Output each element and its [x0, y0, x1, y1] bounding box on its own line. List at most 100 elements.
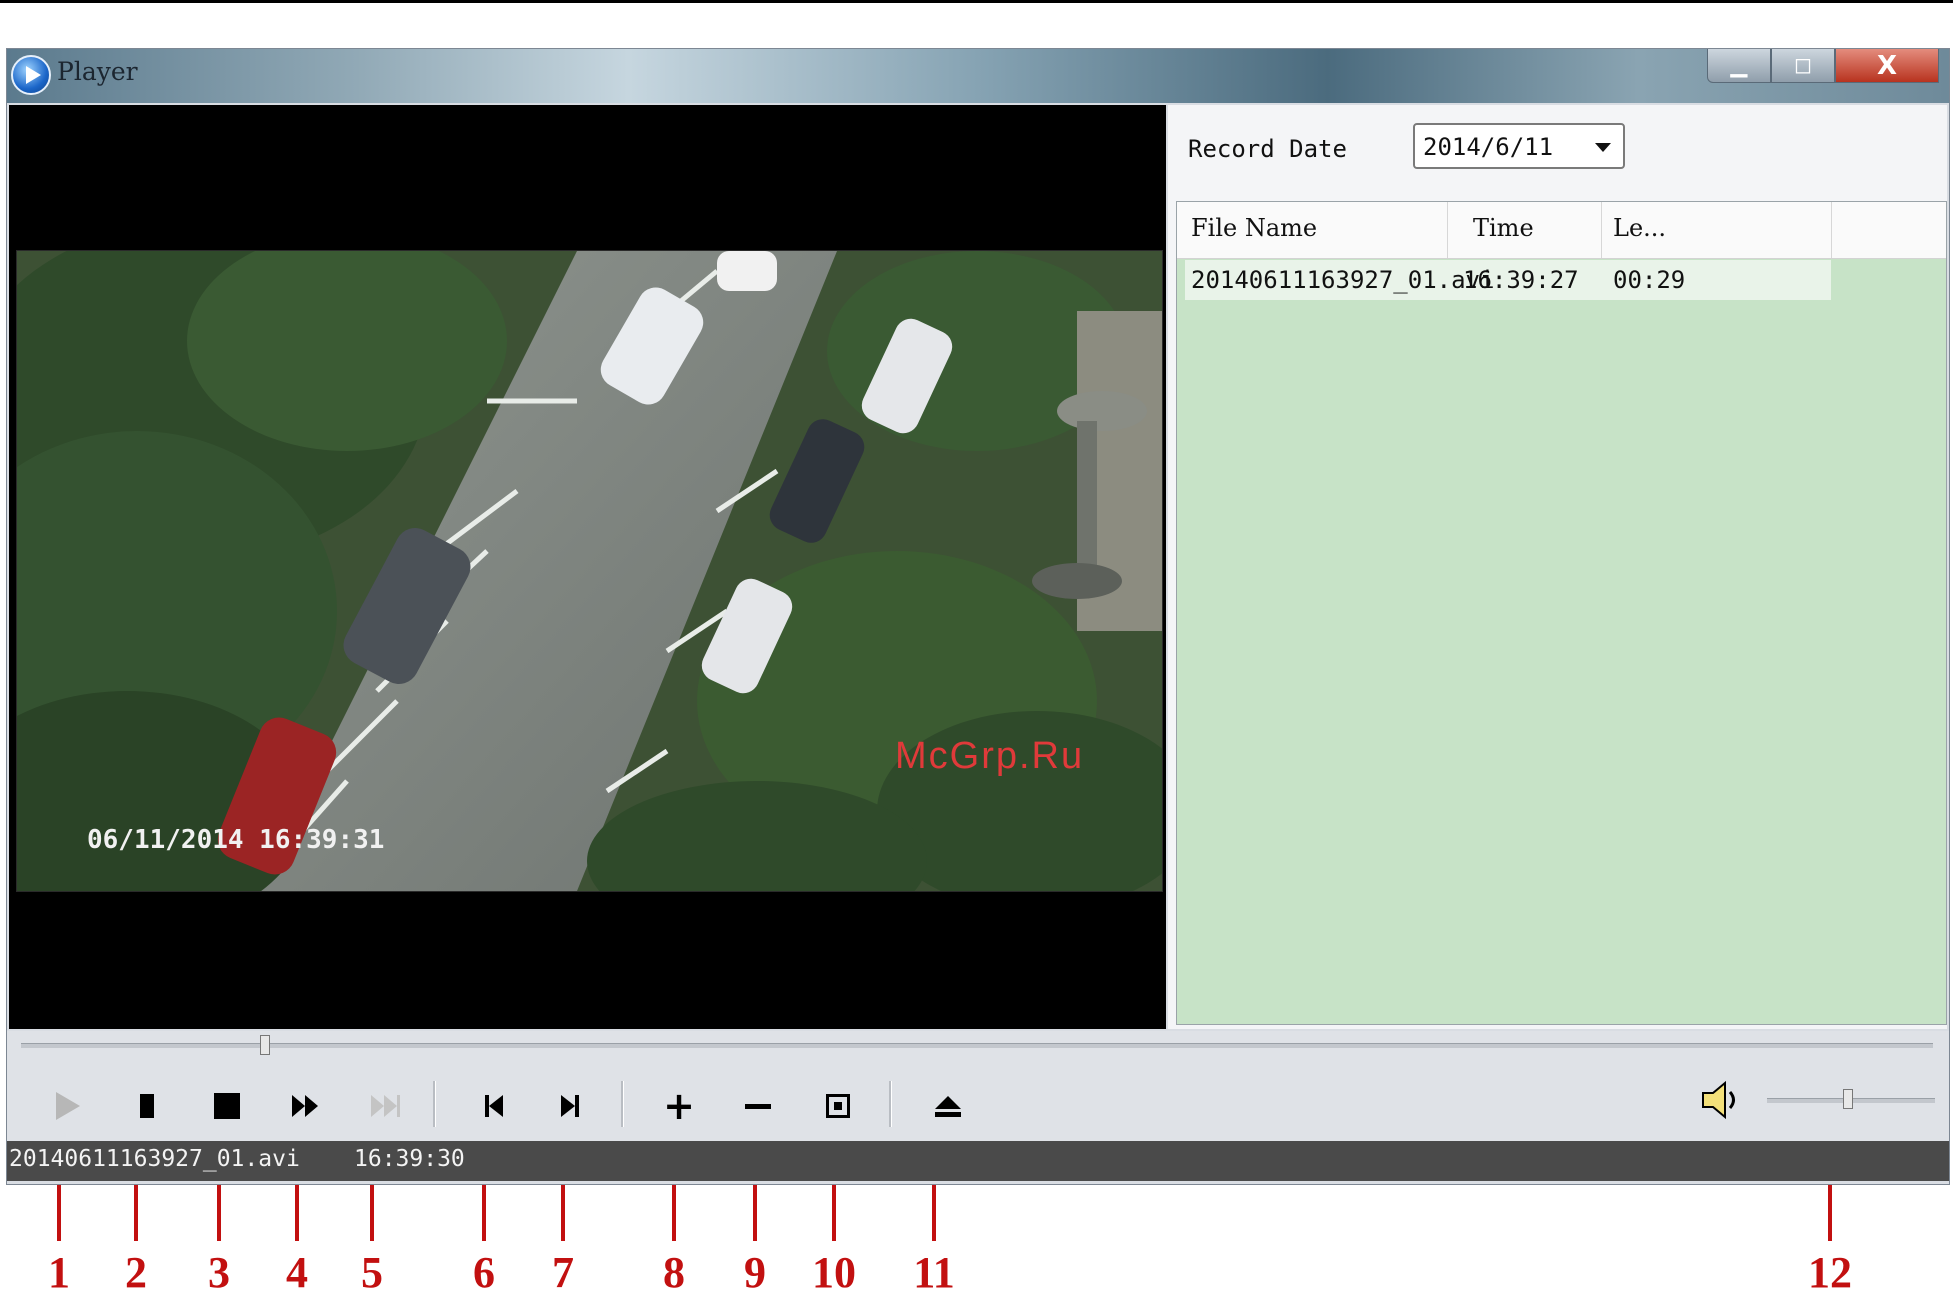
callout-line — [482, 1185, 486, 1241]
watermark: McGrp.Ru — [895, 735, 1085, 777]
fit-screen-icon — [826, 1094, 850, 1118]
play-icon — [56, 1092, 80, 1120]
fit-screen-button[interactable] — [813, 1081, 863, 1131]
eject-button[interactable] — [923, 1081, 973, 1131]
callout: 9 — [725, 1185, 785, 1305]
column-divider[interactable] — [1601, 202, 1602, 258]
callout: 5 — [342, 1185, 402, 1305]
window-title: Player — [57, 57, 138, 86]
next-frame-button[interactable] — [545, 1081, 595, 1131]
top-rule — [0, 0, 1953, 3]
osd-timestamp: 06/11/2014 16:39:31 — [87, 825, 385, 855]
callout-number: 10 — [812, 1248, 856, 1297]
column-divider[interactable] — [1447, 202, 1448, 258]
status-playback-time: 16:39:30 — [354, 1146, 465, 1172]
play-button[interactable] — [43, 1081, 93, 1131]
close-button[interactable]: X — [1835, 49, 1939, 83]
zoom-in-button[interactable]: + — [654, 1081, 704, 1131]
minimize-button[interactable]: ▁ — [1707, 49, 1771, 83]
record-date-select[interactable]: 2014/6/11 — [1413, 123, 1625, 169]
callout-line — [295, 1185, 299, 1241]
callout: 11 — [904, 1185, 964, 1305]
callout: 3 — [189, 1185, 249, 1305]
row-file-name: 20140611163927_01.avi — [1191, 266, 1495, 294]
previous-frame-button[interactable] — [469, 1081, 519, 1131]
callout-number: 6 — [473, 1248, 495, 1297]
video-frame: 06/11/2014 16:39:31 McGrp.Ru — [16, 250, 1163, 892]
fast-forward-button[interactable] — [280, 1081, 330, 1131]
seek-bar[interactable] — [21, 1043, 1933, 1048]
volume-thumb[interactable] — [1842, 1089, 1853, 1109]
close-icon: X — [1876, 50, 1898, 81]
minus-icon — [745, 1103, 771, 1109]
callout-line — [672, 1185, 676, 1241]
callout-line — [932, 1185, 936, 1241]
playback-controls: + — [7, 1031, 1949, 1141]
column-header-length[interactable]: Le... — [1613, 214, 1666, 242]
record-panel: Record Date 2014/6/11 File Name Time Le.… — [1168, 105, 1947, 1029]
callout: 6 — [454, 1185, 514, 1305]
video-area[interactable]: 06/11/2014 16:39:31 McGrp.Ru — [9, 105, 1166, 1029]
column-divider[interactable] — [1831, 202, 1832, 258]
zoom-out-button[interactable] — [733, 1081, 783, 1131]
fastest-forward-button[interactable] — [360, 1081, 410, 1131]
callout-number: 11 — [913, 1248, 955, 1297]
callout: 12 — [1800, 1185, 1860, 1305]
pause-button[interactable] — [122, 1081, 172, 1131]
eject-icon — [935, 1095, 961, 1117]
previous-frame-icon — [485, 1095, 503, 1117]
status-bar: 20140611163927_01.avi 16:39:30 — [7, 1141, 1949, 1181]
record-file-list[interactable]: File Name Time Le... 20140611163927_01.a… — [1176, 201, 1947, 1025]
row-time: 16:39:27 — [1463, 266, 1579, 294]
minimize-icon: ▁ — [1730, 53, 1748, 78]
column-header-time[interactable]: Time — [1473, 214, 1534, 242]
seek-thumb[interactable] — [260, 1035, 270, 1055]
callout-line — [832, 1185, 836, 1241]
plus-icon: + — [663, 1084, 695, 1128]
callout-number: 3 — [208, 1248, 230, 1297]
callout: 1 — [29, 1185, 89, 1305]
callout-number: 2 — [125, 1248, 147, 1297]
callout-number: 9 — [744, 1248, 766, 1297]
callout-line — [57, 1185, 61, 1241]
stop-button[interactable] — [202, 1081, 252, 1131]
record-date-label: Record Date — [1188, 135, 1347, 163]
maximize-icon: ◻ — [1793, 53, 1813, 78]
pause-icon — [140, 1094, 154, 1118]
callout-number: 4 — [286, 1248, 308, 1297]
callout-line — [217, 1185, 221, 1241]
record-date-value: 2014/6/11 — [1423, 133, 1554, 161]
row-length: 00:29 — [1613, 266, 1686, 294]
separator — [433, 1081, 436, 1127]
chevron-down-icon — [1595, 143, 1611, 152]
callout-number: 1 — [48, 1248, 70, 1297]
window-buttons: ▁ ◻ X — [1707, 49, 1939, 83]
callout: 4 — [267, 1185, 327, 1305]
player-logo-icon — [11, 55, 51, 95]
callout-line — [370, 1185, 374, 1241]
callout: 7 — [533, 1185, 593, 1305]
parking-lot-image — [17, 251, 1162, 891]
player-window: Player ▁ ◻ X 06/11/2014 16:39:31 McGrp.R… — [6, 48, 1950, 1185]
column-header-file-name[interactable]: File Name — [1191, 214, 1317, 242]
callout-line — [561, 1185, 565, 1241]
callout: 10 — [804, 1185, 864, 1305]
callout-number: 12 — [1808, 1248, 1852, 1297]
callout-line — [134, 1185, 138, 1241]
callout-number: 7 — [552, 1248, 574, 1297]
callout: 8 — [644, 1185, 704, 1305]
title-bar[interactable]: Player ▁ ◻ X — [7, 49, 1949, 103]
callout-line — [1828, 1185, 1832, 1241]
table-row[interactable]: 20140611163927_01.avi 16:39:27 00:29 — [1185, 260, 1831, 300]
stop-icon — [214, 1093, 240, 1119]
callout-number: 8 — [663, 1248, 685, 1297]
fast-forward-icon — [292, 1095, 318, 1117]
skip-end-icon — [370, 1095, 400, 1117]
maximize-button[interactable]: ◻ — [1771, 49, 1835, 83]
separator — [621, 1081, 624, 1127]
speaker-icon[interactable] — [1697, 1077, 1743, 1123]
status-file-name: 20140611163927_01.avi — [9, 1146, 300, 1172]
callout-number: 5 — [361, 1248, 383, 1297]
list-header: File Name Time Le... — [1177, 202, 1946, 259]
separator — [889, 1081, 892, 1127]
